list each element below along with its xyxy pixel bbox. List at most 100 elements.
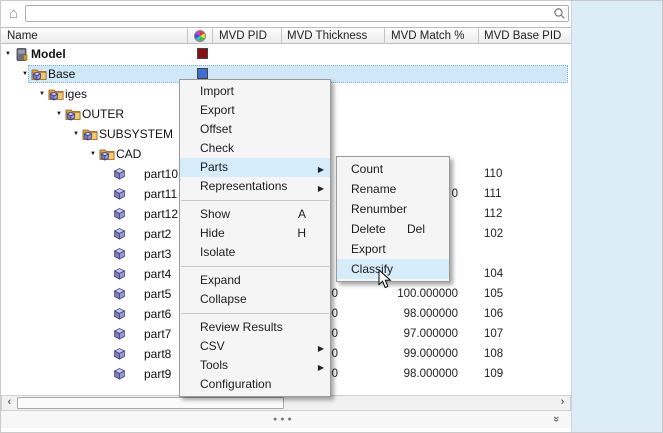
triangle-down-icon[interactable]: ▼: [22, 70, 28, 78]
part-icon: [113, 327, 126, 345]
cell-mvd-base-pid: 108: [484, 348, 503, 360]
menu-item-check[interactable]: Check: [180, 139, 330, 158]
horizontal-scrollbar[interactable]: ‹ ›: [1, 395, 571, 411]
menu-item-csv[interactable]: CSV▶: [180, 337, 330, 356]
table-header: Name MVD PID MVD Thickness MVD Match % M…: [1, 27, 571, 44]
menu-item-label: Count: [351, 162, 383, 176]
menu-item-label: Offset: [200, 122, 232, 136]
menu-item-delete[interactable]: Delete Del: [337, 219, 449, 239]
menu-item-label: Delete: [351, 222, 386, 236]
menu-item-import[interactable]: Import: [180, 82, 330, 101]
app-window: ⌂ Name MVD PID MVD Thickness MVD Match %…: [0, 0, 663, 433]
tree-label: part12: [144, 207, 178, 221]
tree-label: iges: [65, 87, 87, 101]
menu-item-show[interactable]: Show A: [180, 205, 330, 224]
chevron-right-icon[interactable]: ›: [555, 396, 570, 410]
triangle-down-icon[interactable]: ▼: [5, 50, 11, 58]
menu-item-renumber[interactable]: Renumber: [337, 199, 449, 219]
column-separator[interactable]: [281, 28, 282, 43]
part-icon: [113, 367, 126, 385]
menu-item-count[interactable]: Count: [337, 159, 449, 179]
menu-item-label: Configuration: [200, 377, 271, 391]
menu-item-expand[interactable]: Expand: [180, 271, 330, 290]
mouse-cursor-icon: [378, 269, 393, 295]
menu-item-classify[interactable]: Classify: [337, 259, 449, 279]
menu-item-label: Export: [200, 103, 235, 117]
menu-item-tools[interactable]: Tools▶: [180, 356, 330, 375]
menu-item-label: Tools: [200, 358, 228, 372]
column-header-name[interactable]: Name: [7, 30, 38, 42]
cell-mvd-match: 98.000000: [384, 308, 458, 320]
search-input[interactable]: [29, 6, 549, 21]
menu-item-label: Hide: [200, 226, 225, 240]
menu-item-label: Import: [200, 84, 234, 98]
tree-label: part5: [144, 287, 171, 301]
dots-handle-icon[interactable]: ●●●: [273, 416, 295, 423]
tree-label: CAD: [116, 147, 141, 161]
tree-label: part2: [144, 227, 171, 241]
menu-item-label: CSV: [200, 339, 225, 353]
menu-item-offset[interactable]: Offset: [180, 120, 330, 139]
menu-shortcut: Del: [407, 219, 425, 239]
context-menu: ImportExportOffsetCheckParts▶Representat…: [179, 79, 331, 397]
menu-separator: [181, 200, 329, 201]
column-header-mvd-pid[interactable]: MVD PID: [219, 30, 267, 42]
menu-separator: [181, 313, 329, 314]
part-icon: [113, 307, 126, 325]
home-icon[interactable]: ⌂: [5, 5, 22, 22]
cell-mvd-base-pid: 102: [484, 228, 503, 240]
toolbar: ⌂: [1, 1, 571, 27]
column-header-mvd-match[interactable]: MVD Match %: [391, 30, 465, 42]
part-icon: [113, 167, 126, 185]
menu-item-label: Show: [200, 207, 230, 221]
part-icon: [113, 267, 126, 285]
menu-item-review-results[interactable]: Review Results: [180, 318, 330, 337]
column-header-mvd-base-pid[interactable]: MVD Base PID: [484, 30, 561, 42]
menu-item-representations[interactable]: Representations ▶: [180, 177, 330, 196]
cell-mvd-match: 98.000000: [384, 368, 458, 380]
column-header-mvd-thickness[interactable]: MVD Thickness: [287, 30, 367, 42]
search-box[interactable]: [25, 5, 569, 22]
menu-item-rename[interactable]: Rename: [337, 179, 449, 199]
tree-label: part11: [144, 187, 177, 201]
search-icon: [553, 7, 566, 25]
menu-item-configuration[interactable]: Configuration: [180, 375, 330, 394]
tree-label: Base: [48, 67, 75, 81]
menu-separator: [181, 266, 329, 267]
tree-label: part4: [144, 267, 171, 281]
menu-item-isolate[interactable]: Isolate: [180, 243, 330, 262]
menu-item-collapse[interactable]: Collapse: [180, 290, 330, 309]
menu-item-export[interactable]: Export: [180, 101, 330, 120]
column-separator[interactable]: [384, 28, 385, 43]
tree-row-Model[interactable]: ▼ Model: [1, 44, 571, 64]
tree-label: part8: [144, 347, 171, 361]
double-chevron-down-icon[interactable]: »: [550, 416, 562, 422]
column-separator[interactable]: [187, 28, 188, 43]
part-icon: [113, 207, 126, 225]
triangle-right-icon: ▶: [318, 179, 324, 198]
chevron-left-icon[interactable]: ‹: [2, 396, 17, 410]
menu-shortcut: A: [298, 205, 306, 224]
triangle-down-icon[interactable]: ▼: [39, 90, 45, 98]
triangle-down-icon[interactable]: ▼: [56, 110, 62, 118]
menu-shortcut: H: [297, 224, 306, 243]
part-icon: [113, 227, 126, 245]
menu-item-label: Review Results: [200, 320, 283, 334]
menu-item-hide[interactable]: Hide H: [180, 224, 330, 243]
triangle-down-icon[interactable]: ▼: [90, 150, 96, 158]
tree-label: Model: [31, 47, 66, 61]
cell-mvd-match: 99.000000: [384, 348, 458, 360]
viewport-panel: [571, 1, 663, 433]
scrollbar-thumb[interactable]: [17, 397, 284, 409]
menu-item-export[interactable]: Export: [337, 239, 449, 259]
menu-item-parts[interactable]: Parts▶: [180, 158, 330, 177]
column-separator[interactable]: [212, 28, 213, 43]
cell-mvd-match: 97.000000: [384, 328, 458, 340]
part-icon: [113, 347, 126, 365]
menu-item-label: Representations: [200, 179, 287, 193]
color-wheel-icon[interactable]: [194, 30, 206, 42]
tree-label: part3: [144, 247, 171, 261]
column-separator[interactable]: [478, 28, 479, 43]
cell-mvd-base-pid: 107: [484, 328, 503, 340]
triangle-down-icon[interactable]: ▼: [73, 130, 79, 138]
